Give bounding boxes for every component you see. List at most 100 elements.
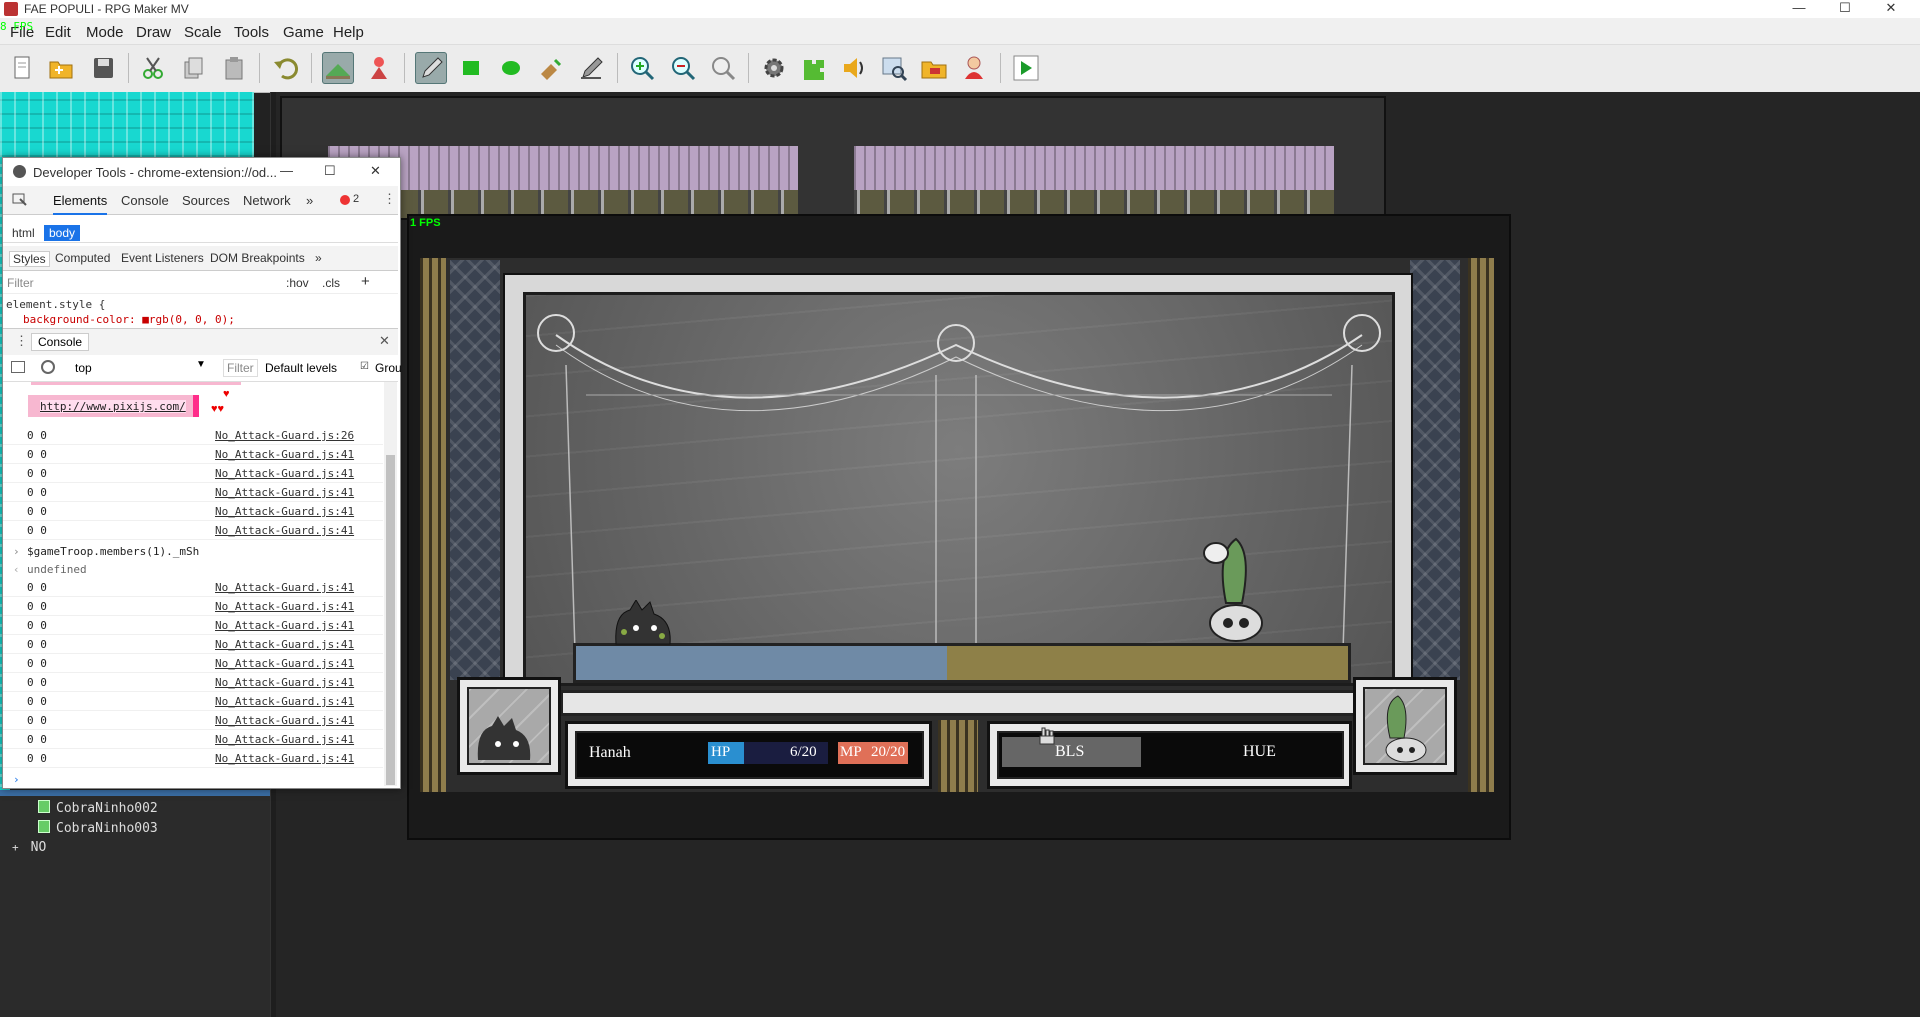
devtools-menu-icon[interactable]: ⋮ (383, 191, 396, 207)
log-source-link[interactable]: No_Attack-Guard.js:41 (215, 657, 354, 670)
tab-sources[interactable]: Sources (182, 193, 230, 208)
devtools-maximize-button[interactable]: ☐ (324, 163, 336, 179)
character-generator-icon[interactable] (958, 52, 990, 84)
console-log-row: 0 0 No_Attack-Guard.js:41 (3, 616, 383, 635)
log-value: 0 0 (27, 752, 47, 765)
breadcrumb-html[interactable]: html (7, 225, 40, 241)
zoom-in-icon[interactable] (626, 52, 658, 84)
menu-edit[interactable]: Edit (45, 24, 71, 41)
log-source-link[interactable]: No_Attack-Guard.js:41 (215, 676, 354, 689)
console-scrollbar-thumb[interactable] (386, 455, 395, 785)
log-source-link[interactable]: No_Attack-Guard.js:26 (215, 429, 354, 442)
plugin-manager-icon[interactable] (798, 52, 830, 84)
map-tree-item[interactable]: CobraNinho003 (38, 820, 158, 836)
map-tree-item[interactable]: CobraNinho002 (38, 800, 158, 816)
tab-console[interactable]: Console (121, 193, 169, 208)
sidebar-toggle-icon[interactable] (11, 361, 25, 373)
sound-test-icon[interactable] (838, 52, 870, 84)
maximize-button[interactable]: ☐ (1822, 0, 1868, 18)
command-bls[interactable]: BLS (1055, 743, 1084, 761)
actual-size-icon[interactable] (707, 52, 739, 84)
subtab-computed[interactable]: Computed (55, 251, 110, 265)
more-tabs-button[interactable]: » (306, 193, 313, 208)
cut-icon[interactable] (137, 52, 169, 84)
subtab-styles[interactable]: Styles (9, 251, 50, 267)
devtools-minimize-button[interactable]: — (280, 163, 293, 178)
database-icon[interactable] (758, 52, 790, 84)
map-mode-icon[interactable] (322, 52, 354, 84)
log-source-link[interactable]: No_Attack-Guard.js:41 (215, 524, 354, 537)
log-source-link[interactable]: No_Attack-Guard.js:41 (215, 600, 354, 613)
log-source-link[interactable]: No_Attack-Guard.js:41 (215, 505, 354, 518)
event-searcher-icon[interactable] (878, 52, 910, 84)
paste-icon[interactable] (218, 52, 250, 84)
context-selector[interactable]: top (75, 361, 92, 375)
console-result: ‹ undefined (13, 563, 87, 576)
cat-enemy-sprite[interactable] (612, 600, 674, 646)
log-source-link[interactable]: No_Attack-Guard.js:41 (215, 619, 354, 632)
save-project-icon[interactable] (87, 52, 119, 84)
ellipse-icon[interactable] (495, 52, 527, 84)
rabbit-enemy-sprite[interactable] (1196, 533, 1286, 643)
tab-network[interactable]: Network (243, 193, 291, 208)
resource-manager-icon[interactable] (918, 52, 950, 84)
console-drawer-tab[interactable]: Console (31, 333, 90, 351)
map-tree-item[interactable]: + NO (12, 840, 46, 855)
log-value: 0 0 (27, 448, 47, 461)
tileset-palette[interactable] (0, 92, 254, 157)
expand-icon[interactable]: + (12, 841, 19, 854)
menu-draw[interactable]: Draw (136, 24, 171, 41)
menu-help[interactable]: Help (333, 24, 364, 41)
hov-toggle[interactable]: :hov (286, 276, 309, 290)
more-subtabs-button[interactable]: » (315, 251, 322, 265)
rectangle-icon[interactable] (455, 52, 487, 84)
chevron-down-icon[interactable]: ▼ (196, 359, 206, 370)
clear-console-icon[interactable] (41, 360, 55, 374)
console-filter-input[interactable]: Filter (223, 359, 258, 377)
log-source-link[interactable]: No_Attack-Guard.js:41 (215, 581, 354, 594)
cls-toggle[interactable]: .cls (322, 276, 340, 290)
zoom-out-icon[interactable] (667, 52, 699, 84)
menu-tools[interactable]: Tools (234, 24, 269, 41)
close-button[interactable]: ✕ (1868, 0, 1914, 18)
undo-icon[interactable] (270, 52, 302, 84)
shadow-pen-icon[interactable] (575, 52, 607, 84)
menu-scale[interactable]: Scale (184, 24, 222, 41)
log-source-link[interactable]: No_Attack-Guard.js:41 (215, 695, 354, 708)
menu-mode[interactable]: Mode (86, 24, 124, 41)
styles-filter-input[interactable]: Filter (7, 276, 34, 290)
log-levels-dropdown[interactable]: Default levels (265, 361, 337, 375)
log-source-link[interactable]: No_Attack-Guard.js:41 (215, 448, 354, 461)
log-source-link[interactable]: No_Attack-Guard.js:41 (215, 638, 354, 651)
console-prompt[interactable]: › (3, 770, 383, 788)
minimize-button[interactable]: — (1776, 0, 1822, 18)
pixi-link[interactable]: http://www.pixijs.com/ (40, 400, 186, 413)
close-drawer-icon[interactable]: ✕ (379, 333, 390, 349)
log-source-link[interactable]: No_Attack-Guard.js:41 (215, 486, 354, 499)
new-style-rule-button[interactable]: + (361, 273, 370, 290)
log-source-link[interactable]: No_Attack-Guard.js:41 (215, 467, 354, 480)
event-mode-icon[interactable] (363, 52, 395, 84)
style-rule-property[interactable]: background-color: ■rgb(0, 0, 0); (23, 313, 235, 326)
open-project-icon[interactable] (45, 52, 77, 84)
menu-game[interactable]: Game (283, 24, 324, 41)
log-source-link[interactable]: No_Attack-Guard.js:41 (215, 733, 354, 746)
map-canvas[interactable] (280, 96, 1386, 220)
inspect-element-icon[interactable] (12, 193, 28, 207)
new-project-icon[interactable] (6, 52, 38, 84)
group-checkbox[interactable]: ☑ (360, 361, 369, 372)
playtest-icon[interactable] (1010, 52, 1042, 84)
breadcrumb-body[interactable]: body (44, 225, 81, 241)
tab-elements[interactable]: Elements (53, 193, 108, 215)
copy-icon[interactable] (177, 52, 209, 84)
drawer-menu-icon[interactable]: ⋮ (15, 333, 28, 349)
subtab-dom-breakpoints[interactable]: DOM Breakpoints (210, 251, 305, 265)
fill-icon[interactable] (535, 52, 567, 84)
subtab-event-listeners[interactable]: Event Listeners (121, 251, 204, 265)
log-source-link[interactable]: No_Attack-Guard.js:41 (215, 714, 354, 727)
error-count[interactable]: 2 (353, 193, 359, 205)
command-hue[interactable]: HUE (1243, 743, 1276, 761)
log-source-link[interactable]: No_Attack-Guard.js:41 (215, 752, 354, 765)
devtools-close-button[interactable]: ✕ (370, 163, 381, 179)
pencil-icon[interactable] (415, 52, 447, 84)
